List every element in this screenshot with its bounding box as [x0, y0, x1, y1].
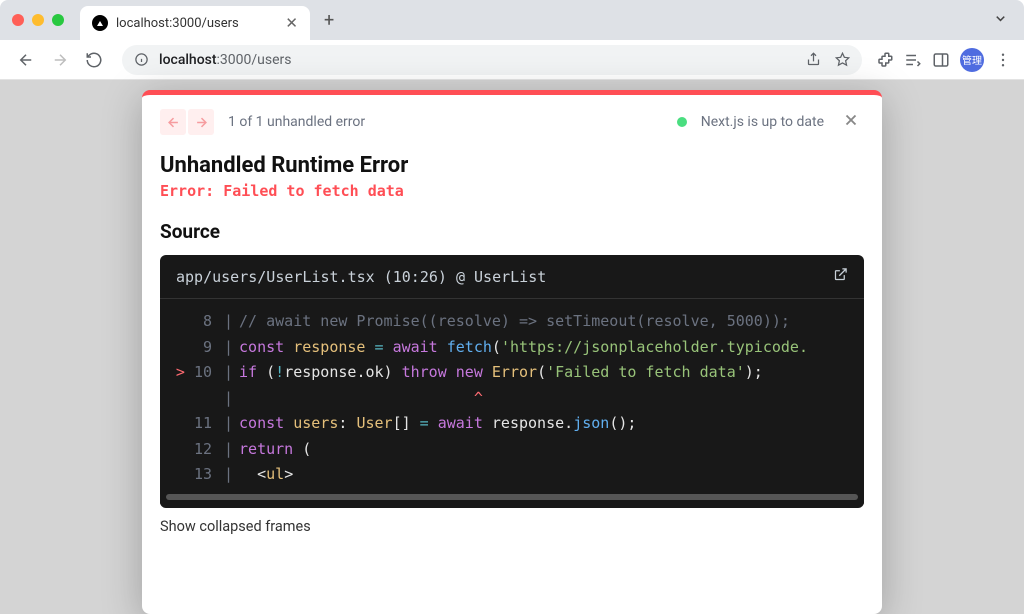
- source-location: app/users/UserList.tsx (10:26) @ UserLis…: [176, 268, 546, 286]
- tab-bar: localhost:3000/users ✕ +: [0, 0, 1024, 40]
- profile-avatar[interactable]: 管理: [960, 48, 984, 72]
- url-text: localhost:3000/users: [159, 52, 292, 68]
- code-frame: app/users/UserList.tsx (10:26) @ UserLis…: [160, 255, 864, 508]
- code-line: 9|const response = await fetch('https://…: [160, 335, 864, 361]
- horizontal-scrollbar[interactable]: [160, 494, 864, 504]
- prev-error-button[interactable]: [160, 109, 186, 135]
- code-lines: 8|// await new Promise((resolve) => setT…: [160, 299, 864, 494]
- code-line: 12|return (: [160, 437, 864, 463]
- open-in-editor-icon[interactable]: [833, 267, 848, 286]
- next-error-button[interactable]: [188, 109, 214, 135]
- code-line: 8|// await new Promise((resolve) => setT…: [160, 309, 864, 335]
- share-icon[interactable]: [806, 52, 821, 67]
- browser-tab[interactable]: localhost:3000/users ✕: [80, 6, 310, 40]
- favicon-icon: [92, 15, 108, 31]
- error-message: Error: Failed to fetch data: [142, 182, 882, 216]
- reading-list-icon[interactable]: [904, 51, 922, 69]
- back-button[interactable]: [12, 46, 40, 74]
- code-line: > 10|if (!response.ok) throw new Error('…: [160, 360, 864, 386]
- site-info-icon[interactable]: [134, 52, 149, 67]
- tab-close-button[interactable]: ✕: [285, 14, 298, 32]
- reload-button[interactable]: [80, 46, 108, 74]
- window-close-button[interactable]: [12, 14, 24, 26]
- code-line: 13| <ul>: [160, 462, 864, 488]
- code-frame-header: app/users/UserList.tsx (10:26) @ UserLis…: [160, 255, 864, 299]
- page-content: 1 of 1 unhandled error Next.js is up to …: [0, 80, 1024, 614]
- status-dot-icon: [677, 117, 687, 127]
- pager-text: 1 of 1 unhandled error: [228, 114, 365, 130]
- section-label-source: Source: [142, 216, 882, 255]
- window-minimize-button[interactable]: [32, 14, 44, 26]
- forward-button[interactable]: [46, 46, 74, 74]
- status-text: Next.js is up to date: [701, 114, 824, 130]
- code-line: | ^: [160, 386, 864, 412]
- tab-title: localhost:3000/users: [116, 16, 277, 31]
- dialog-close-button[interactable]: [838, 107, 864, 137]
- browser-chrome: localhost:3000/users ✕ + localhost:3000/…: [0, 0, 1024, 80]
- url-bar[interactable]: localhost:3000/users: [122, 45, 862, 75]
- new-tab-button[interactable]: +: [320, 10, 338, 31]
- extensions-icon[interactable]: [876, 51, 894, 69]
- side-panel-icon[interactable]: [932, 51, 950, 69]
- address-bar: localhost:3000/users 管理: [0, 40, 1024, 80]
- error-title: Unhandled Runtime Error: [142, 145, 882, 182]
- bookmark-star-icon[interactable]: [835, 52, 850, 67]
- window-zoom-button[interactable]: [52, 14, 64, 26]
- show-collapsed-frames-link[interactable]: Show collapsed frames: [142, 508, 882, 549]
- tab-overflow-chevron-icon[interactable]: [993, 11, 1008, 30]
- error-overlay-dialog: 1 of 1 unhandled error Next.js is up to …: [142, 90, 882, 614]
- code-line: 11|const users: User[] = await response.…: [160, 411, 864, 437]
- toolbar-icons: 管理: [876, 48, 1012, 72]
- window-controls: [12, 14, 64, 26]
- dialog-header: 1 of 1 unhandled error Next.js is up to …: [142, 95, 882, 145]
- kebab-menu-icon[interactable]: [994, 51, 1012, 69]
